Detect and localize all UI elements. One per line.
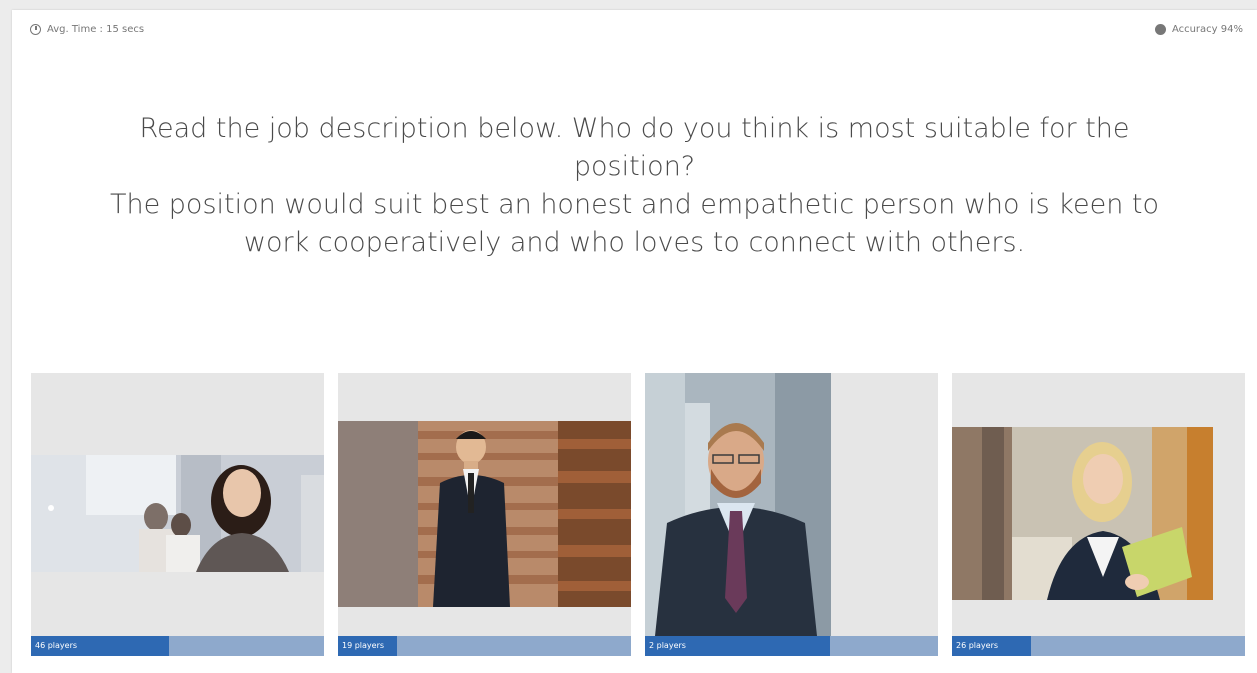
answer-options: 46 players 19 players 2 players 26 playe… (31, 373, 1245, 656)
players-count: 26 players (956, 641, 999, 650)
answer-option-1[interactable]: 46 players (31, 373, 324, 656)
question-line: Read the job description below. Who do y… (139, 113, 1130, 144)
response-bar: 26 players (952, 636, 1245, 656)
accuracy-stat: Accuracy 94% (1154, 24, 1243, 35)
photo-man-suit-wood-wall (338, 421, 631, 607)
avg-time-label: Avg. Time : 15 secs (47, 24, 145, 35)
answer-option-2[interactable]: 19 players (338, 373, 631, 656)
players-count: 2 players (649, 641, 686, 650)
question-text: Read the job description below. Who do y… (32, 110, 1237, 262)
players-count: 46 players (35, 641, 78, 650)
question-line: position? (573, 151, 696, 182)
globe-icon (1154, 24, 1166, 35)
answer-option-3[interactable]: 2 players (645, 373, 938, 656)
players-count: 19 players (342, 641, 385, 650)
response-bar: 46 players (31, 636, 324, 656)
photo-man-beard-tie (645, 373, 831, 636)
photo-woman-blonde-folder (952, 427, 1213, 600)
response-bar: 2 players (645, 636, 938, 656)
response-bar: 19 players (338, 636, 631, 656)
avg-time-stat: Avg. Time : 15 secs (30, 24, 144, 35)
stats-bar: Avg. Time : 15 secs Accuracy 94% (12, 10, 1257, 50)
photo-woman-office (31, 455, 324, 572)
question-line: The position would suit best an honest a… (109, 189, 1159, 220)
quiz-report-page: Avg. Time : 15 secs Accuracy 94% Read th… (12, 10, 1257, 673)
answer-option-4[interactable]: 26 players (952, 373, 1245, 656)
question-line: work cooperatively and who loves to conn… (243, 227, 1026, 258)
clock-icon (30, 24, 41, 35)
accuracy-label: Accuracy 94% (1171, 24, 1243, 35)
